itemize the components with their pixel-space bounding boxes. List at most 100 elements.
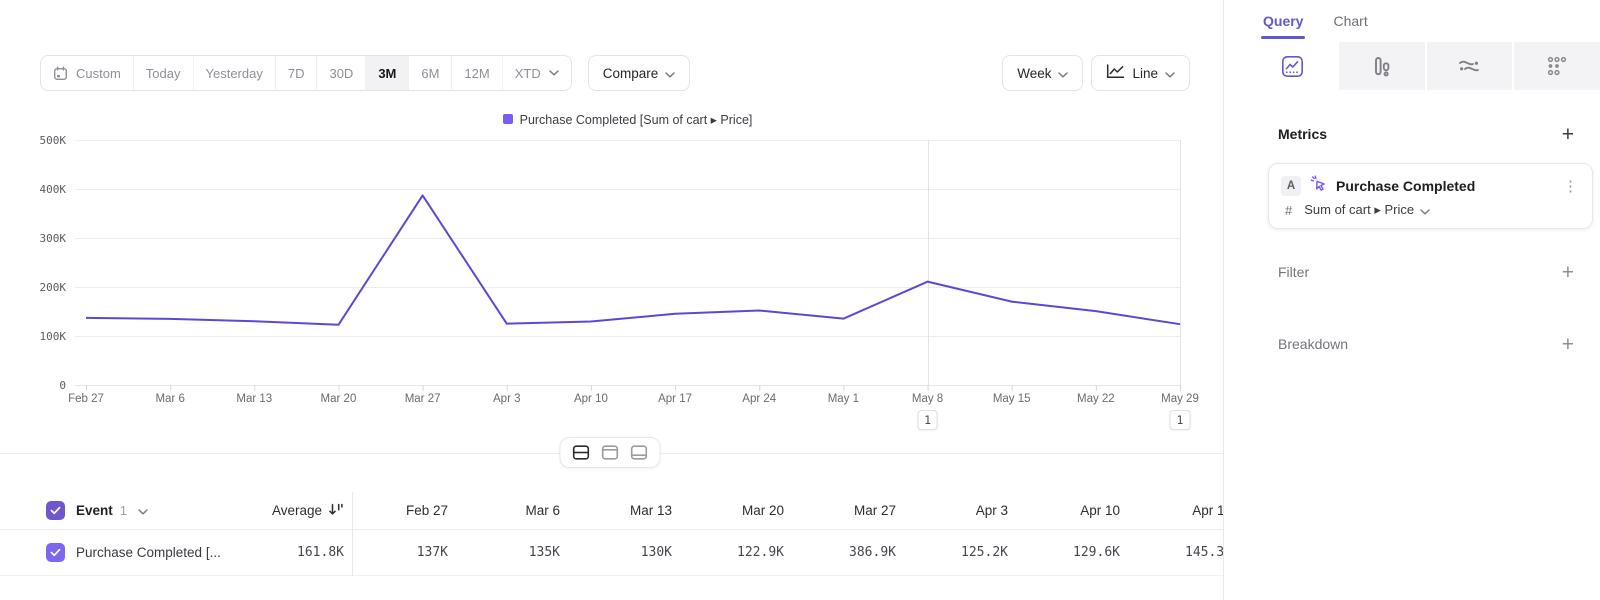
breakdown-title: Breakdown [1278,336,1348,352]
chevron-down-icon [1420,203,1430,218]
y-axis-label: 200K [0,281,66,294]
legend-swatch [503,114,513,124]
range-button-6m[interactable]: 6M [408,56,451,90]
more-charts-tab[interactable] [1512,42,1600,90]
column-header[interactable]: Feb 27 [352,503,464,518]
event-count: 1 [120,503,127,518]
insights-report: Custom Today Yesterday 7D 30D 3M 6M 12M XTD Comp… [0,0,1600,600]
chevron-down-icon [138,502,148,520]
y-axis-label: 500K [0,134,66,147]
chart-type-button[interactable]: Line [1091,55,1190,91]
bottom-panel-view-button[interactable] [631,445,648,460]
x-axis-label: Apr 10 [574,393,608,405]
x-axis-label: Apr 17 [658,393,692,405]
cell-value: 125.2K [912,545,1024,560]
chart-canvas [0,140,1223,392]
range-label: 6M [421,66,439,81]
report-main-area: Custom Today Yesterday 7D 30D 3M 6M 12M XTD Comp… [0,0,1223,600]
compare-button[interactable]: Compare [588,55,691,91]
range-button-7d[interactable]: 7D [275,56,317,90]
x-axis-label: May 1 [828,393,859,405]
add-metric-button[interactable]: + [1562,124,1574,145]
x-axis-label: May 8 [912,393,943,405]
sort-icon[interactable] [328,502,344,520]
insights-chart-icon [1281,55,1304,78]
column-header[interactable]: Apr 10 [1024,503,1136,518]
cursor-click-icon [1310,175,1327,197]
column-header[interactable]: Mar 6 [464,503,576,518]
column-header[interactable]: Apr 3 [912,503,1024,518]
results-table: Event 1 Average Feb 27Mar 6Mar 13Mar 20M… [0,492,1223,576]
bottom-panel-view-icon [631,445,648,460]
table-column-divider [352,492,353,576]
kebab-menu-icon[interactable]: ⋮ [1561,177,1580,195]
split-view-button[interactable] [573,445,590,460]
range-button-xtd[interactable]: XTD [502,56,571,90]
tab-chart[interactable]: Chart [1333,13,1367,29]
breakdown-section-header: Breakdown + [1278,330,1574,358]
granularity-label: Week [1017,66,1051,81]
range-label: 7D [288,66,305,81]
x-axis-label: Mar 20 [321,393,357,405]
x-axis-label: May 29 [1161,393,1199,405]
insights-chart-tab[interactable] [1249,42,1337,90]
flows-chart-tab[interactable] [1425,42,1513,90]
range-button-3m[interactable]: 3M [365,56,408,90]
cell-value: 122.9K [688,545,800,560]
metrics-title: Metrics [1278,126,1327,142]
metrics-section-header: Metrics + [1278,120,1574,148]
add-filter-button[interactable]: + [1562,262,1574,283]
x-axis-label: Feb 27 [68,393,104,405]
average-header-cell[interactable]: Average [230,502,352,520]
cell-value: 130K [576,545,688,560]
y-axis-label: 100K [0,330,66,343]
metric-event-name[interactable]: Purchase Completed [1336,178,1552,194]
bar-chart-icon [1370,55,1393,78]
add-breakdown-button[interactable]: + [1562,334,1574,355]
line-chart: 0100K200K300K400K500K Feb 27Mar 6Mar 13M… [0,140,1223,440]
granularity-button[interactable]: Week [1002,55,1083,91]
metric-property-row[interactable]: # Sum of cart ▸ Price [1281,202,1580,218]
annotation-badge[interactable]: 1 [917,410,938,430]
range-button-yesterday[interactable]: Yesterday [193,56,275,90]
chevron-down-icon [549,70,559,76]
series-line[interactable] [86,195,1180,324]
event-header-cell[interactable]: Event 1 [0,501,230,520]
legend-item[interactable]: Purchase Completed [Sum of cart ▸ Price] [503,112,753,127]
range-label: 30D [329,66,353,81]
range-label: Yesterday [206,66,263,81]
more-charts-icon [1546,55,1568,77]
y-axis-label: 300K [0,232,66,245]
column-header[interactable]: Mar 13 [576,503,688,518]
metric-card[interactable]: A Purchase Completed ⋮ # Sum of cart ▸ P… [1268,163,1593,229]
range-button-today[interactable]: Today [133,56,193,90]
x-axis-label: Apr 24 [742,393,776,405]
row-name: Purchase Completed [... [76,545,221,560]
annotation-badge[interactable]: 1 [1170,410,1191,430]
tab-query[interactable]: Query [1263,13,1303,29]
row-checkbox[interactable] [46,543,65,562]
average-label: Average [272,503,322,518]
x-axis-label: May 15 [993,393,1031,405]
top-panel-view-button[interactable] [602,445,619,460]
x-axis-label: Apr 3 [493,393,521,405]
table-header-row: Event 1 Average Feb 27Mar 6Mar 13Mar 20M… [0,492,1223,530]
range-button-custom[interactable]: Custom [41,56,133,90]
range-button-12m[interactable]: 12M [451,56,501,90]
line-chart-icon [1106,64,1125,82]
row-name-cell[interactable]: Purchase Completed [... [0,543,230,562]
column-header[interactable]: Mar 20 [688,503,800,518]
table-row: Purchase Completed [... 161.8K 137K135K1… [0,530,1223,576]
metric-card-row: A Purchase Completed ⋮ [1281,175,1580,197]
range-button-30d[interactable]: 30D [316,56,365,90]
compare-label: Compare [603,66,659,81]
select-all-checkbox[interactable] [46,501,65,520]
range-label: Custom [76,66,121,81]
chart-legend: Purchase Completed [Sum of cart ▸ Price] [75,111,1180,129]
range-label: 12M [464,66,489,81]
bar-chart-tab[interactable] [1337,42,1425,90]
layout-toggle [560,437,661,468]
chevron-down-icon [665,66,675,81]
chart-type-label: Line [1132,66,1158,81]
column-header[interactable]: Mar 27 [800,503,912,518]
